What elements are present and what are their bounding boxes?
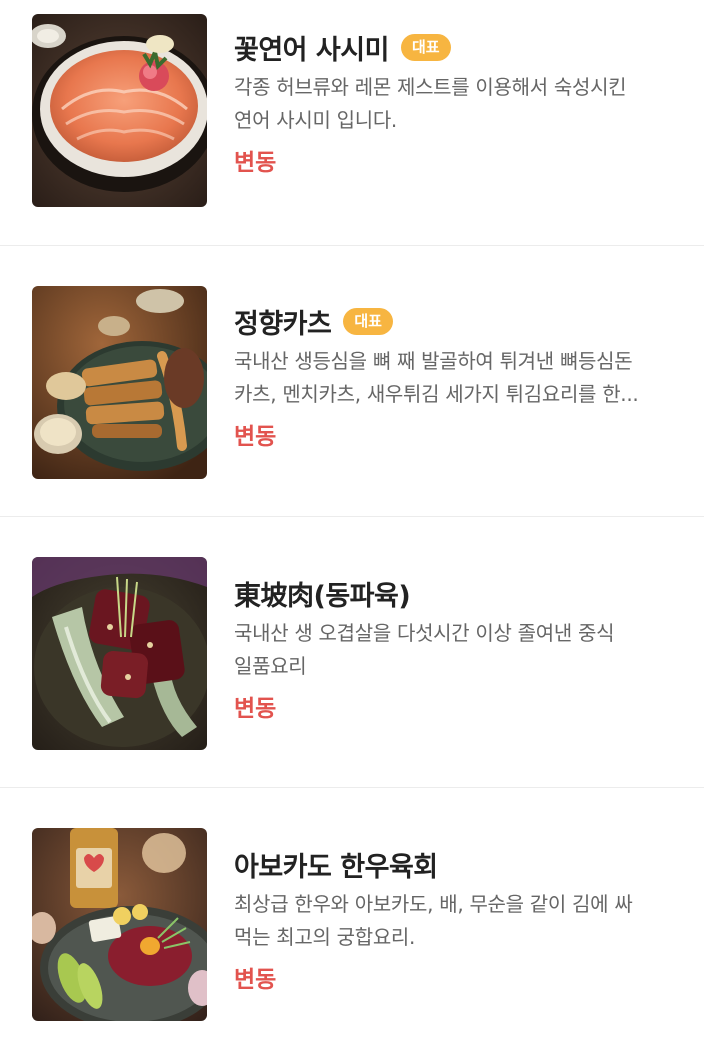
description-line: 각종 허브류와 레몬 제스트를 이용해서 숙성시킨 — [234, 75, 627, 99]
menu-item-info: 꽃연어 사시미 대표 각종 허브류와 레몬 제스트를 이용해서 숙성시킨 연어 … — [234, 27, 694, 177]
menu-item-description: 국내산 생 오겹살을 다섯시간 이상 졸여낸 중식 일품요리 — [234, 617, 686, 683]
description-line: 카츠, 멘치카츠, 새우튀김 세가지 튀김요리를 한... — [234, 382, 639, 406]
description-line: 최상급 한우와 아보카도, 배, 무순을 같이 김에 싸 — [234, 892, 633, 916]
description-line: 먹는 최고의 궁합요리. — [234, 925, 416, 949]
menu-item-price: 변동 — [234, 150, 277, 176]
description-line: 연어 사시미 입니다. — [234, 108, 397, 132]
title-row: 東坡肉(동파육) — [234, 573, 694, 613]
avocado-beef-tartare-photo[interactable] — [32, 828, 207, 1021]
menu-item[interactable]: 꽃연어 사시미 대표 각종 허브류와 레몬 제스트를 이용해서 숙성시킨 연어 … — [0, 0, 704, 246]
title-row: 꽃연어 사시미 대표 — [234, 27, 694, 67]
menu-item[interactable]: 정향카츠 대표 국내산 생등심을 뼈 째 발골하여 튀겨낸 뼈등심돈 카츠, 멘… — [0, 246, 704, 517]
katsu-platter-photo[interactable] — [32, 286, 207, 479]
menu-item-name: 東坡肉(동파육) — [234, 580, 411, 612]
menu-item-price: 변동 — [234, 967, 277, 993]
menu-item-info: 東坡肉(동파육) 국내산 생 오겹살을 다섯시간 이상 졸여낸 중식 일품요리 … — [234, 573, 694, 723]
menu-item-info: 아보카도 한우육회 최상급 한우와 아보카도, 배, 무순을 같이 김에 싸 먹… — [234, 844, 694, 994]
signature-badge: 대표 — [343, 307, 393, 335]
description-line: 일품요리 — [234, 654, 307, 678]
menu-item-description: 각종 허브류와 레몬 제스트를 이용해서 숙성시킨 연어 사시미 입니다. — [234, 71, 686, 137]
menu-item-price: 변동 — [234, 424, 277, 450]
menu-item-description: 최상급 한우와 아보카도, 배, 무순을 같이 김에 싸 먹는 최고의 궁합요리… — [234, 888, 686, 954]
menu-item-name: 꽃연어 사시미 — [234, 34, 389, 66]
menu-item-description: 국내산 생등심을 뼈 째 발골하여 튀겨낸 뼈등심돈 카츠, 멘치카츠, 새우튀… — [234, 345, 686, 411]
menu-item[interactable]: 아보카도 한우육회 최상급 한우와 아보카도, 배, 무순을 같이 김에 싸 먹… — [0, 788, 704, 1059]
dongpo-pork-photo[interactable] — [32, 557, 207, 750]
title-row: 정향카츠 대표 — [234, 301, 694, 341]
menu-item-info: 정향카츠 대표 국내산 생등심을 뼈 째 발골하여 튀겨낸 뼈등심돈 카츠, 멘… — [234, 301, 694, 451]
menu-item-name: 아보카도 한우육회 — [234, 851, 438, 883]
menu-item-price: 변동 — [234, 696, 277, 722]
description-line: 국내산 생등심을 뼈 째 발골하여 튀겨낸 뼈등심돈 — [234, 349, 633, 373]
title-row: 아보카도 한우육회 — [234, 844, 694, 884]
menu-item[interactable]: 東坡肉(동파육) 국내산 생 오겹살을 다섯시간 이상 졸여낸 중식 일품요리 … — [0, 517, 704, 788]
menu-item-name: 정향카츠 — [234, 308, 332, 340]
signature-badge: 대표 — [400, 33, 451, 61]
description-line: 국내산 생 오겹살을 다섯시간 이상 졸여낸 중식 — [234, 621, 615, 645]
salmon-sashimi-photo[interactable] — [32, 14, 207, 207]
